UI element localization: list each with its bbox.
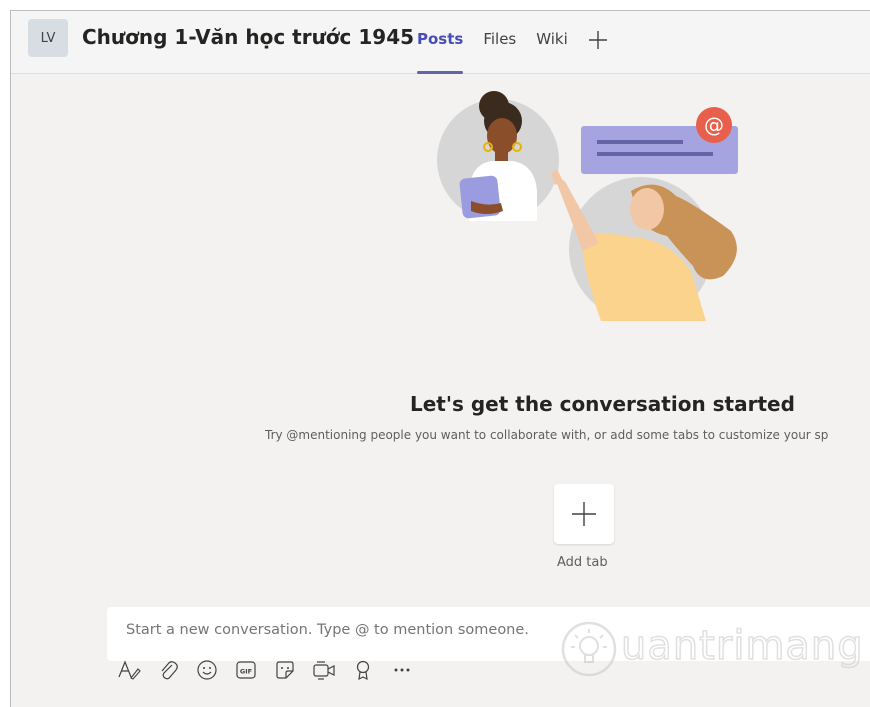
watermark-logo: uantrimang <box>559 611 870 691</box>
watermark-text: uantrimang <box>620 622 864 670</box>
tab-posts[interactable]: Posts <box>417 11 464 74</box>
svg-text:@: @ <box>704 113 724 137</box>
tab-wiki[interactable]: Wiki <box>536 11 568 74</box>
team-avatar[interactable]: LV <box>28 19 68 57</box>
channel-header: LV Chương 1-Văn học trước 1945 Posts Fil… <box>11 11 870 74</box>
add-tab-label: Add tab <box>557 555 608 570</box>
svg-text:GIF: GIF <box>239 668 251 676</box>
empty-state-title: Let's get the conversation started <box>410 392 795 416</box>
emoji-icon[interactable] <box>192 658 221 682</box>
format-icon[interactable] <box>114 658 143 682</box>
praise-icon[interactable] <box>348 658 377 682</box>
compose-toolbar: GIF <box>114 658 426 682</box>
lightbulb-icon <box>561 621 617 677</box>
empty-state-subtitle: Try @mentioning people you want to colla… <box>265 428 829 442</box>
attach-icon[interactable] <box>153 658 182 682</box>
tab-files[interactable]: Files <box>483 11 516 74</box>
team-title: Chương 1-Văn học trước 1945 <box>82 25 415 49</box>
add-tab-button[interactable] <box>554 484 614 544</box>
gif-icon[interactable]: GIF <box>231 658 260 682</box>
channel-tabs: Posts Files Wiki <box>417 11 608 74</box>
teams-channel-view: LV Chương 1-Văn học trước 1945 Posts Fil… <box>10 10 870 707</box>
sticker-icon[interactable] <box>270 658 299 682</box>
more-options-icon[interactable] <box>387 658 416 682</box>
meet-now-icon[interactable] <box>309 658 338 682</box>
new-conversation-input[interactable] <box>126 622 566 638</box>
conversation-illustration: @ <box>437 91 738 321</box>
add-tab-plus-icon[interactable] <box>588 11 608 74</box>
plus-icon <box>572 502 596 526</box>
team-avatar-initials: LV <box>40 30 56 46</box>
